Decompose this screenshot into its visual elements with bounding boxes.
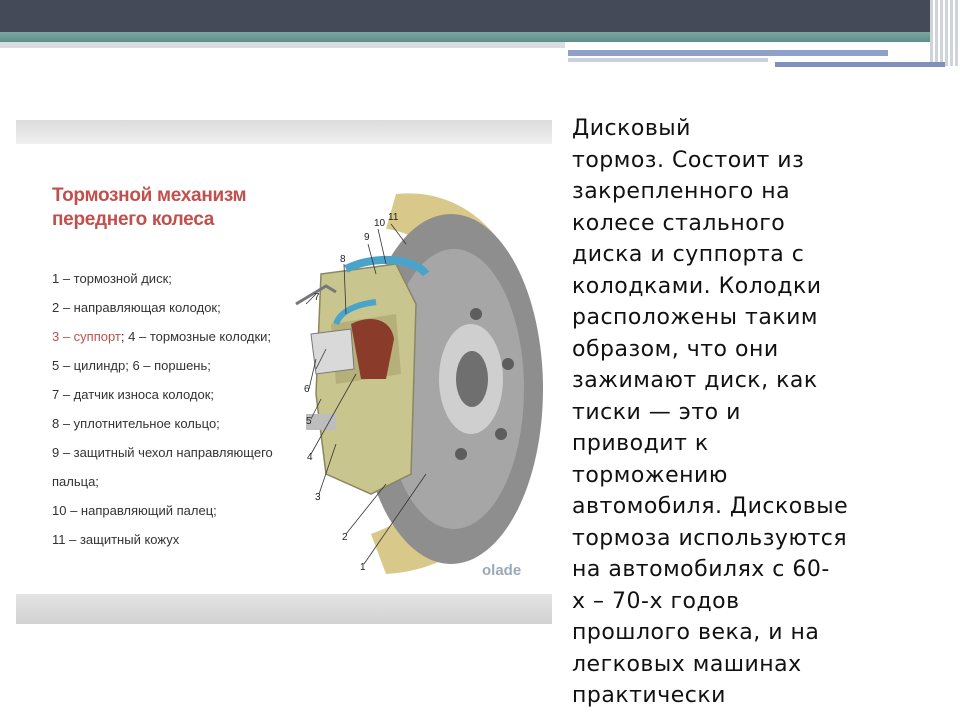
watermark-logo: olade xyxy=(482,562,522,579)
header-bar-light xyxy=(0,42,565,48)
figure-image: Тормозной механизм переднего колеса 1 – … xyxy=(16,144,552,594)
hub-center xyxy=(456,351,488,407)
legend-item: 3 – суппорт; 4 – тормозные колодки; xyxy=(52,328,273,357)
callout-label: 1 xyxy=(360,562,366,573)
legend-item: 8 – уплотнительное кольцо; xyxy=(52,416,220,431)
bolt-hole xyxy=(502,358,514,370)
legend-item: 11 – защитный кожух xyxy=(52,532,180,547)
figure-title: Тормозной механизм переднего колеса xyxy=(52,184,247,232)
callout-label: 8 xyxy=(340,254,346,265)
figure-title-line: переднего колеса xyxy=(52,209,214,230)
legend-item: 1 – тормозной диск; xyxy=(52,271,172,286)
accent-bar xyxy=(568,50,888,56)
callout-label: 2 xyxy=(342,532,348,543)
brake-drawing: 1 2 3 4 5 6 7 8 9 10 11 xyxy=(295,193,543,574)
legend-item: 9 – защитный чехол направляющего xyxy=(52,445,273,460)
callout-label: 9 xyxy=(364,232,370,243)
bolt-hole xyxy=(455,448,467,460)
figure-legend: 1 – тормозной диск; 2 – направляющая кол… xyxy=(52,270,273,560)
callout-label: 3 xyxy=(315,492,321,503)
legend-item: 7 – датчик износа колодок; xyxy=(52,387,215,402)
legend-item: 5 – цилиндр; 6 – поршень; xyxy=(52,358,211,373)
callout-label: 7 xyxy=(314,292,320,303)
accent-bar xyxy=(568,58,768,62)
legend-item: пальца; xyxy=(52,474,99,489)
callout-label: 6 xyxy=(304,384,310,395)
bolt-hole xyxy=(470,308,482,320)
callout-label: 10 xyxy=(374,218,386,229)
legend-item: 10 – направляющий палец; xyxy=(52,503,217,518)
callout-label: 4 xyxy=(307,452,313,463)
brake-figure: Тормозной механизм переднего колеса 1 – … xyxy=(16,120,552,624)
bolt-hole xyxy=(495,428,507,440)
header-stripes xyxy=(930,0,960,66)
accent-bar xyxy=(775,62,945,67)
figure-title-line: Тормозной механизм xyxy=(52,185,247,206)
header-bar-teal xyxy=(0,32,930,42)
header-bar-dark xyxy=(0,0,930,32)
callout-label: 5 xyxy=(306,416,312,427)
legend-item-rest: ; 4 – тормозные колодки; xyxy=(120,329,272,344)
slide-body-text: Дисковый тормоз. Состоит из закрепленног… xyxy=(572,116,849,708)
figure-band-top xyxy=(16,120,552,144)
legend-highlight: 3 – суппорт xyxy=(52,329,121,344)
figure-band-bottom xyxy=(16,594,552,624)
callout-label: 11 xyxy=(388,212,399,223)
piston xyxy=(310,328,355,375)
legend-item: 2 – направляющая колодок; xyxy=(52,300,221,315)
